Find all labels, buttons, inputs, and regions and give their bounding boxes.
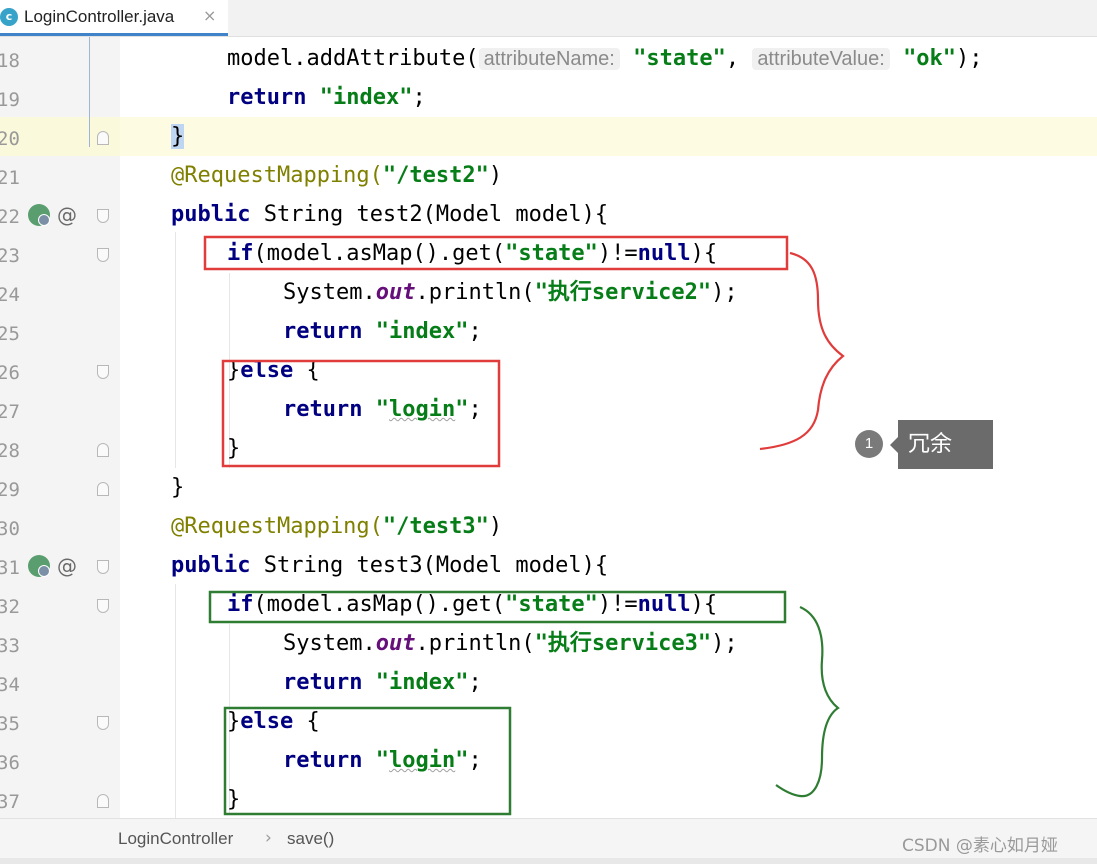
breadcrumb-method[interactable]: save() xyxy=(287,829,334,849)
breadcrumb-class[interactable]: LoginController xyxy=(118,829,233,849)
green-box-if-test3 xyxy=(208,590,787,624)
annotation-overlay xyxy=(203,235,845,816)
green-box-else-test3 xyxy=(223,706,512,816)
green-curly-brace xyxy=(775,605,840,798)
chevron-right-icon: › xyxy=(265,828,272,848)
annotation-badge: 1 xyxy=(855,430,883,458)
red-curly-brace xyxy=(759,251,845,451)
breadcrumb-bar: LoginController › save() CSDN @素心如月娅 xyxy=(0,818,1097,859)
annotation-label: 冗余 xyxy=(890,420,993,469)
bottom-edge xyxy=(0,858,1097,864)
watermark-text: CSDN @素心如月娅 xyxy=(902,836,1058,856)
red-box-else-test2 xyxy=(221,359,501,468)
red-box-if-test2 xyxy=(203,235,789,271)
